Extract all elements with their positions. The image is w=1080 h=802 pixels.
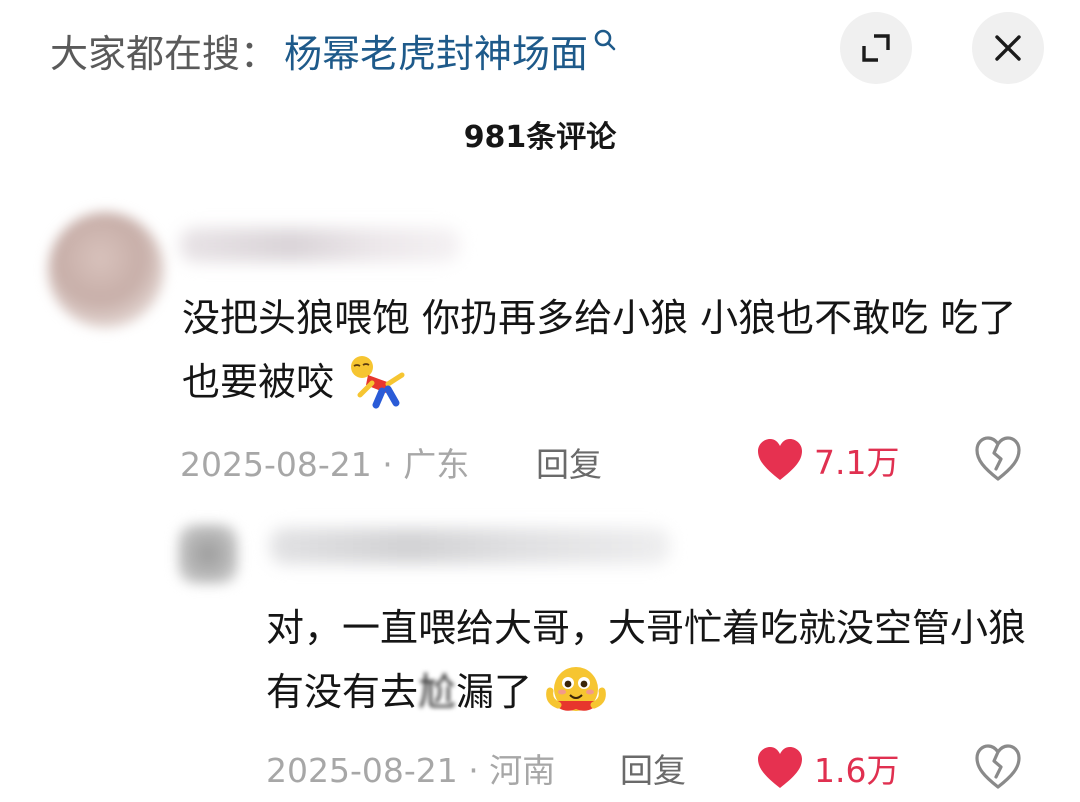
search-prefix: 大家都在搜： — [50, 31, 279, 76]
falling-person-emoji — [351, 355, 405, 408]
comment-text: 没把头狼喂饱 你扔再多给小狼 小狼也不敢吃 吃了也要被咬 — [182, 286, 1032, 414]
reply-button[interactable]: 回复 — [536, 438, 602, 486]
heart-icon — [758, 439, 802, 480]
comment-text: 对，一直喂给大哥，大哥忙着吃就没空管小狼有没有去尬漏了 — [266, 596, 1046, 724]
like-count: 7.1万 — [814, 443, 900, 482]
comment-meta: 2025-08-21 · 广东 — [180, 438, 469, 486]
search-icon[interactable] — [592, 27, 618, 53]
reply-button[interactable]: 回复 — [620, 744, 686, 792]
expand-icon — [862, 34, 890, 62]
comments-panel: 大家都在搜： 杨幂老虎封神场面 981条评论 没把头狼喂饱 你扔再多给小狼 小狼… — [0, 0, 1080, 802]
comment-body-tail: 漏了 — [456, 670, 533, 714]
like-button[interactable]: 1.6万 — [756, 744, 899, 792]
comment-location: 河南 — [489, 751, 556, 790]
close-icon — [995, 35, 1021, 61]
search-term-link[interactable]: 杨幂老虎封神场面 — [284, 23, 588, 78]
close-button[interactable] — [972, 12, 1044, 84]
meta-separator: · — [382, 445, 404, 484]
heart-icon — [758, 747, 802, 788]
avatar[interactable] — [48, 212, 164, 328]
comment-count-title: 981条评论 — [463, 120, 617, 155]
comment-body: 对，一直喂给大哥，大哥忙着吃就没空管小狼有没有去 — [266, 606, 1027, 714]
comment-location: 广东 — [403, 445, 470, 484]
meta-separator: · — [468, 751, 490, 790]
broken-heart-icon[interactable] — [974, 744, 1022, 790]
comment-meta: 2025-08-21 · 河南 — [266, 744, 555, 792]
comment-date: 2025-08-21 — [266, 751, 458, 790]
like-count: 1.6万 — [814, 751, 900, 790]
username-blurred[interactable] — [180, 228, 460, 262]
comment-body: 没把头狼喂饱 你扔再多给小狼 小狼也不敢吃 吃了也要被咬 — [182, 296, 1017, 404]
like-button[interactable]: 7.1万 — [756, 436, 899, 484]
censored-text: 尬 — [418, 670, 457, 714]
broken-heart-icon[interactable] — [974, 436, 1022, 482]
search-suggestion[interactable]: 大家都在搜： 杨幂老虎封神场面 — [50, 20, 618, 80]
comment-date: 2025-08-21 — [180, 445, 372, 484]
username-blurred[interactable] — [270, 528, 670, 564]
expand-button[interactable] — [840, 12, 912, 84]
avatar[interactable] — [178, 524, 238, 584]
hugging-face-emoji — [546, 666, 606, 711]
